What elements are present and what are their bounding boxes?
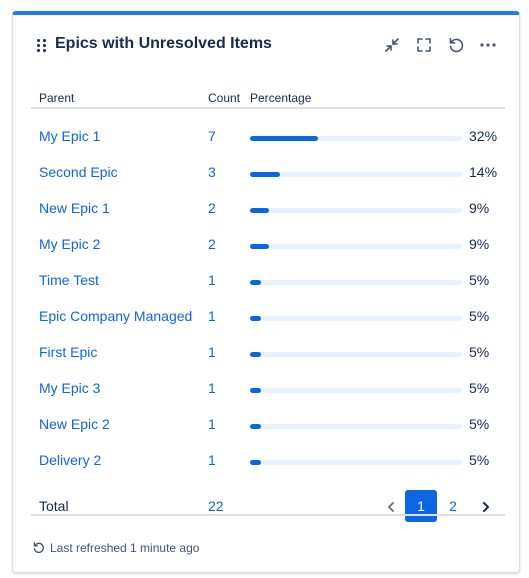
percentage-bar-fill bbox=[250, 244, 269, 249]
refresh-icon[interactable] bbox=[446, 35, 466, 55]
count-link[interactable]: 1 bbox=[208, 272, 216, 288]
count-link[interactable]: 2 bbox=[208, 236, 216, 252]
percentage-bar-track bbox=[250, 280, 462, 285]
last-refreshed-icon bbox=[31, 540, 46, 555]
percentage-bar-track bbox=[250, 460, 462, 465]
parent-link[interactable]: Second Epic bbox=[39, 164, 118, 180]
percentage-label: 5% bbox=[469, 344, 490, 360]
parent-link[interactable]: My Epic 2 bbox=[39, 236, 100, 252]
percentage-bar-fill bbox=[250, 208, 269, 213]
parent-link[interactable]: Delivery 2 bbox=[39, 452, 101, 468]
percentage-label: 5% bbox=[469, 308, 490, 324]
percentage-bar-track bbox=[250, 172, 462, 177]
parent-link[interactable]: First Epic bbox=[39, 344, 97, 360]
percentage-label: 5% bbox=[469, 272, 490, 288]
count-link[interactable]: 1 bbox=[208, 308, 216, 324]
total-label: Total bbox=[39, 498, 69, 514]
total-row: Total 22 1 2 bbox=[31, 485, 505, 529]
percentage-bar-fill bbox=[250, 316, 261, 321]
percentage-bar-track bbox=[250, 208, 462, 213]
percentage-label: 5% bbox=[469, 380, 490, 396]
percentage-label: 32% bbox=[469, 128, 498, 144]
page-2-button[interactable]: 2 bbox=[437, 490, 469, 522]
count-link[interactable]: 7 bbox=[208, 128, 216, 144]
parent-link[interactable]: Epic Company Managed bbox=[39, 308, 192, 324]
percentage-bar-fill bbox=[250, 352, 261, 357]
percentage-bar-fill bbox=[250, 424, 261, 429]
percentage-bar-fill bbox=[250, 388, 261, 393]
count-link[interactable]: 1 bbox=[208, 452, 216, 468]
gadget-card: Epics with Unresolved Items Parent Count bbox=[12, 11, 520, 573]
percentage-label: 9% bbox=[469, 200, 490, 216]
table-row: My Epic 1 7 32% bbox=[31, 119, 505, 155]
column-header-count[interactable]: Count bbox=[208, 91, 240, 105]
table-row: Time Test 1 5% bbox=[31, 263, 505, 299]
gadget-header: Epics with Unresolved Items bbox=[13, 15, 519, 71]
percentage-bar-fill bbox=[250, 460, 261, 465]
count-link[interactable]: 3 bbox=[208, 164, 216, 180]
parent-link[interactable]: New Epic 1 bbox=[39, 200, 110, 216]
column-header-parent[interactable]: Parent bbox=[39, 91, 74, 105]
percentage-bar-fill bbox=[250, 280, 261, 285]
gadget-title: Epics with Unresolved Items bbox=[55, 35, 272, 52]
fullscreen-icon[interactable] bbox=[414, 35, 434, 55]
more-icon[interactable] bbox=[478, 35, 498, 55]
last-refreshed-text: Last refreshed 1 minute ago bbox=[50, 541, 200, 555]
table-row: Delivery 2 1 5% bbox=[31, 443, 505, 479]
count-link[interactable]: 2 bbox=[208, 200, 216, 216]
page-1-button[interactable]: 1 bbox=[405, 490, 437, 522]
table-row: My Epic 2 2 9% bbox=[31, 227, 505, 263]
percentage-bar-fill bbox=[250, 136, 318, 141]
header-divider bbox=[31, 107, 505, 109]
drag-handle-icon[interactable] bbox=[37, 39, 49, 53]
count-link[interactable]: 1 bbox=[208, 416, 216, 432]
parent-link[interactable]: My Epic 1 bbox=[39, 128, 100, 144]
table-row: New Epic 1 2 9% bbox=[31, 191, 505, 227]
count-link[interactable]: 1 bbox=[208, 344, 216, 360]
column-header-percentage: Percentage bbox=[250, 91, 312, 105]
percentage-bar-track bbox=[250, 316, 462, 321]
table-row: New Epic 2 1 5% bbox=[31, 407, 505, 443]
table-row: Second Epic 3 14% bbox=[31, 155, 505, 191]
footer-divider bbox=[31, 514, 505, 516]
percentage-bar-track bbox=[250, 388, 462, 393]
percentage-label: 5% bbox=[469, 416, 490, 432]
total-count[interactable]: 22 bbox=[208, 498, 224, 514]
percentage-label: 14% bbox=[469, 164, 498, 180]
minimize-icon[interactable] bbox=[382, 35, 402, 55]
count-link[interactable]: 1 bbox=[208, 380, 216, 396]
percentage-label: 5% bbox=[469, 452, 490, 468]
percentage-label: 9% bbox=[469, 236, 490, 252]
table-row: My Epic 3 1 5% bbox=[31, 371, 505, 407]
percentage-bar-track bbox=[250, 352, 462, 357]
percentage-bar-track bbox=[250, 424, 462, 429]
percentage-bar-track bbox=[250, 244, 462, 249]
parent-link[interactable]: New Epic 2 bbox=[39, 416, 110, 432]
parent-link[interactable]: My Epic 3 bbox=[39, 380, 100, 396]
percentage-bar-track bbox=[250, 136, 462, 141]
parent-link[interactable]: Time Test bbox=[39, 272, 99, 288]
table-row: Epic Company Managed 1 5% bbox=[31, 299, 505, 335]
percentage-bar-fill bbox=[250, 172, 280, 177]
table-row: First Epic 1 5% bbox=[31, 335, 505, 371]
